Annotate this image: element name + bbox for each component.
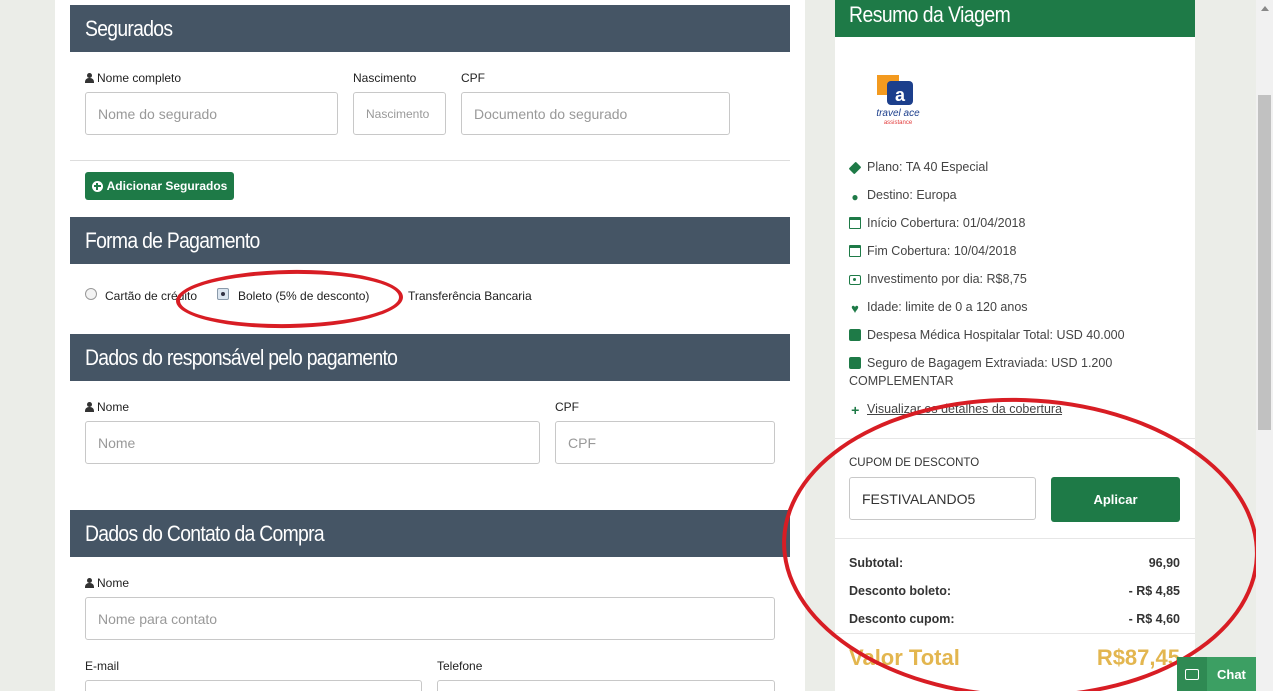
radio-transferencia-label[interactable]: Transferência Bancaria (408, 289, 532, 303)
svg-text:a: a (895, 85, 906, 105)
email-label: E-mail (85, 659, 120, 673)
bagagem-row-2: COMPLEMENTAR (849, 374, 954, 388)
chat-bubble-icon (1185, 668, 1199, 680)
segurados-header: Segurados (70, 5, 790, 52)
user-icon (85, 73, 94, 83)
plus-circle-icon (91, 180, 103, 192)
telefone-input[interactable] (437, 680, 775, 691)
calendar-icon (849, 245, 861, 257)
nome-completo-label: Nome completo (85, 71, 181, 85)
desconto-boleto-row: Desconto boleto: - R$ 4,85 (849, 584, 1180, 598)
aplicar-button[interactable]: Aplicar (1051, 477, 1180, 522)
heart-icon: ♥ (851, 301, 859, 316)
chat-icon-box (1177, 657, 1207, 691)
add-segurados-button[interactable]: Adicionar Segurados (85, 172, 234, 200)
bagagem-row: Seguro de Bagagem Extraviada: USD 1.200 (849, 356, 1112, 370)
money-icon (849, 275, 861, 285)
idade-row: ♥ Idade: limite de 0 a 120 anos (849, 300, 1027, 316)
resp-cpf-label: CPF (555, 400, 579, 414)
cupom-label: CUPOM DE DESCONTO (849, 457, 980, 469)
divider (835, 538, 1195, 539)
resp-nome-label: Nome (85, 400, 129, 414)
scroll-up-arrow[interactable] (1261, 6, 1269, 11)
resp-nome-input[interactable]: Nome (85, 421, 540, 464)
trip-summary: Resumo da Viagem a travel ace assistance… (835, 0, 1195, 691)
medkit-icon (849, 329, 861, 341)
divider (835, 633, 1195, 634)
detalhes-link[interactable]: + Visualizar os detalhes da cobertura (849, 402, 1062, 418)
cpf-label: CPF (461, 71, 485, 85)
contato-header: Dados do Contato da Compra (70, 510, 790, 557)
radio-boleto-label: Boleto (5% de desconto) (238, 289, 370, 303)
nascimento-label: Nascimento (353, 71, 417, 85)
radio-boleto[interactable] (217, 288, 229, 300)
divider (70, 160, 790, 161)
subtotal-row: Subtotal: 96,90 (849, 556, 1180, 570)
total-row: Valor Total R$87,45 (849, 645, 1180, 670)
user-icon (85, 402, 94, 412)
resp-cpf-input[interactable]: CPF (555, 421, 775, 464)
travel-ace-logo: a travel ace assistance (873, 73, 925, 128)
svg-text:travel ace: travel ace (876, 108, 920, 119)
tag-icon (848, 161, 862, 175)
chat-widget[interactable]: Chat (1177, 657, 1256, 691)
segurado-name-input[interactable]: Nome do segurado (85, 92, 338, 135)
svg-text:assistance: assistance (884, 120, 913, 126)
plus-icon: + (850, 402, 860, 418)
scroll-thumb[interactable] (1258, 95, 1271, 430)
plano-row: Plano: TA 40 Especial (848, 160, 988, 175)
inicio-row: Início Cobertura: 01/04/2018 (849, 216, 1025, 230)
destino-row: ● Destino: Europa (849, 188, 956, 204)
investimento-row: Investimento por dia: R$8,75 (849, 272, 1027, 286)
radio-cartao-label: Cartão de crédito (105, 289, 198, 303)
cupom-input[interactable]: FESTIVALANDO5 (849, 477, 1036, 520)
fim-row: Fim Cobertura: 10/04/2018 (849, 244, 1016, 258)
summary-header: Resumo da Viagem (835, 0, 1195, 37)
responsavel-header: Dados do responsável pelo pagamento (70, 334, 790, 381)
calendar-icon (849, 217, 861, 229)
contato-nome-input[interactable]: Nome para contato (85, 597, 775, 640)
checkout-form: Segurados Nome completo Nome do segurado… (55, 0, 805, 691)
pagamento-header: Forma de Pagamento (70, 217, 790, 264)
contato-nome-label: Nome (85, 576, 129, 590)
radio-cartao[interactable] (85, 288, 97, 300)
chat-label: Chat (1217, 666, 1246, 682)
divider (835, 438, 1195, 439)
suitcase-icon (849, 357, 861, 369)
nascimento-input[interactable]: Nascimento (353, 92, 446, 135)
despesa-row: Despesa Médica Hospitalar Total: USD 40.… (849, 328, 1125, 342)
desconto-cupom-row: Desconto cupom: - R$ 4,60 (849, 612, 1180, 626)
user-icon (85, 578, 94, 588)
segurado-cpf-input[interactable]: Documento do segurado (461, 92, 730, 135)
telefone-label: Telefone (437, 659, 483, 673)
map-marker-icon: ● (851, 190, 859, 204)
email-input[interactable] (85, 680, 422, 691)
page-scrollbar[interactable] (1256, 0, 1273, 691)
